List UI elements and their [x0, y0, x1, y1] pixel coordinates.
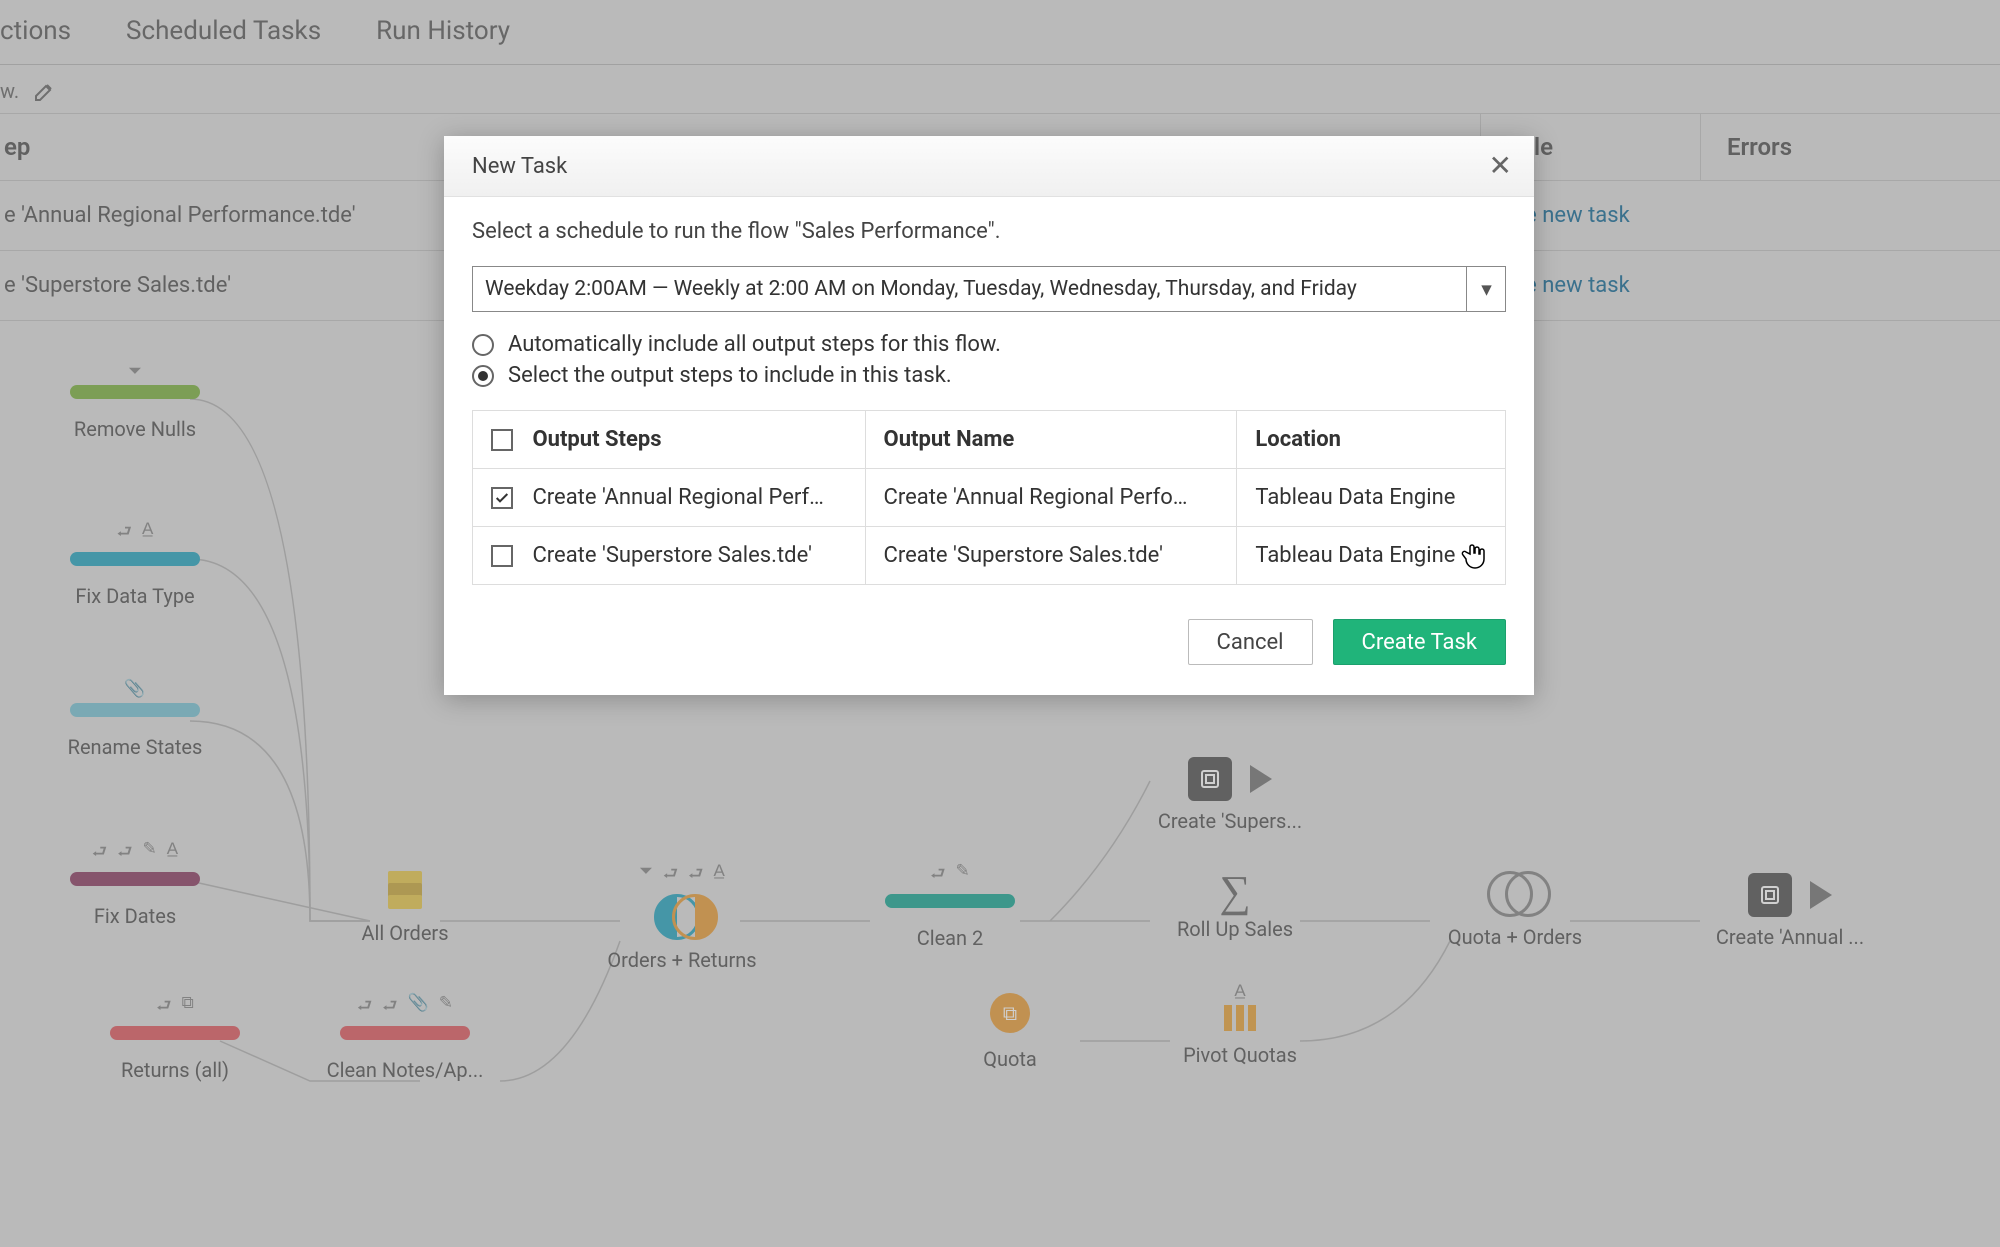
row1-step: Create 'Annual Regional Perf…	[532, 485, 823, 510]
radio-all-label: Automatically include all output steps f…	[508, 332, 1001, 357]
modal-title: New Task	[472, 154, 567, 179]
modal-instruction: Select a schedule to run the flow "Sales…	[472, 219, 1506, 244]
row2-step: Create 'Superstore Sales.tde'	[532, 543, 811, 568]
th-location: Location	[1237, 411, 1506, 469]
th-output-steps: Output Steps	[532, 427, 661, 452]
radio-include-all[interactable]	[472, 334, 494, 356]
schedule-select[interactable]: Weekday 2:00AM — Weekly at 2:00 AM on Mo…	[472, 266, 1506, 312]
page-root: ctions Scheduled Tasks Run History w. ep…	[0, 0, 2000, 1247]
schedule-value: Weekday 2:00AM — Weekly at 2:00 AM on Mo…	[485, 277, 1357, 301]
radio-group: Automatically include all output steps f…	[472, 332, 1506, 388]
outputs-table: Output Steps Output Name Location	[472, 410, 1506, 585]
row1-checkbox[interactable]	[491, 487, 513, 509]
row1-name: Create 'Annual Regional Perfo…	[865, 469, 1237, 527]
modal-footer: Cancel Create Task	[444, 593, 1534, 695]
radio-select-label: Select the output steps to include in th…	[508, 363, 952, 388]
modal-body: Select a schedule to run the flow "Sales…	[444, 197, 1534, 593]
table-row: Create 'Annual Regional Perf… Create 'An…	[473, 469, 1506, 527]
modal-overlay: New Task ✕ Select a schedule to run the …	[0, 0, 2000, 1247]
row2-name: Create 'Superstore Sales.tde'	[865, 527, 1237, 585]
modal-header: New Task ✕	[444, 136, 1534, 197]
row2-location: Tableau Data Engine	[1237, 527, 1506, 585]
table-header: Output Steps Output Name Location	[473, 411, 1506, 469]
new-task-modal: New Task ✕ Select a schedule to run the …	[444, 136, 1534, 695]
create-task-button[interactable]: Create Task	[1333, 619, 1506, 665]
radio-select-steps[interactable]	[472, 365, 494, 387]
table-row: Create 'Superstore Sales.tde' Create 'Su…	[473, 527, 1506, 585]
close-icon[interactable]: ✕	[1489, 152, 1512, 180]
row1-location: Tableau Data Engine	[1237, 469, 1506, 527]
select-all-checkbox[interactable]	[491, 429, 513, 451]
row2-checkbox[interactable]	[491, 545, 513, 567]
cancel-button[interactable]: Cancel	[1188, 619, 1313, 665]
th-output-name: Output Name	[865, 411, 1237, 469]
